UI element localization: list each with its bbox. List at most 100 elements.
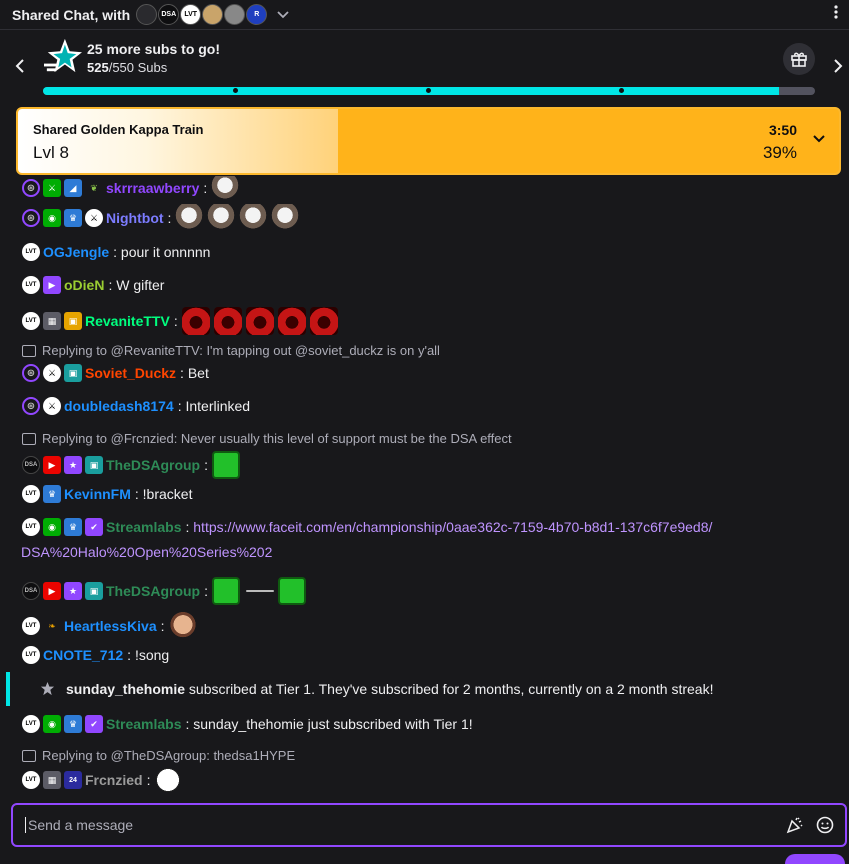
subscription-text: subscribed at Tier 1. They've subscribed… [188,681,714,697]
chat-message-continued: DSA%20Halo%20Open%20Series%202 [21,544,272,560]
subscriber-name[interactable]: sunday_thehomie [66,681,185,697]
emote-face [168,612,197,640]
bot-badge: ◉ [43,518,61,536]
chat-message: LVT ❧ HeartlessKiva: [22,612,197,640]
emote-cat [207,204,236,232]
moderator-badge: ⚔ [85,209,103,227]
broadcaster-badge: ▶ [43,582,61,600]
chat-message: DSA ▶ ★ ▣ TheDSAgroup: [22,577,306,605]
channel-avatar-4[interactable] [202,4,224,25]
chat-input[interactable] [28,817,785,833]
hype-train-progress [18,109,339,173]
goal-target: /550 Subs [108,60,168,75]
emote-hype [278,577,306,605]
chat-message: DSA ▶ ★ ▣ TheDSAgroup: [22,451,240,479]
moderator-badge: ⚔ [43,397,61,415]
chat-message: LVT CNOTE_712: !song [22,646,169,664]
verified-badge: ✔ [85,715,103,733]
gift-badge: ▣ [85,456,103,474]
bot-badge: ◉ [43,715,61,733]
gift-badge: ▣ [64,312,82,330]
leaf-badge: ❦ [90,182,98,193]
channel-avatar-r[interactable]: R [246,4,268,25]
emote-cat [175,204,204,232]
message-text: W gifter [116,277,165,293]
chat-username[interactable]: TheDSAgroup [106,583,200,599]
next-arrow-icon[interactable] [828,57,848,78]
previous-arrow-icon[interactable] [10,57,30,78]
shared-chat-title: Shared Chat, with [12,6,131,23]
chat-username[interactable]: KevinnFM [64,486,131,502]
channel-badge-lvt: LVT [22,771,40,789]
message-link[interactable]: https://www.faceit.com/en/championship/0… [193,519,712,535]
sub-goal-panel: 25 more subs to go! 525/550 Subs [0,31,849,105]
mod-badge: ⊛ [22,364,40,382]
reply-icon [22,344,36,357]
gift-button[interactable] [783,43,815,75]
celebration-icon[interactable] [785,815,805,835]
chat-username[interactable]: RevaniteTTV [85,313,170,329]
chat-message: LVT ▶ oDieN: W gifter [22,276,164,294]
chat-username[interactable]: oDieN [64,277,104,293]
gift-icon [791,52,807,67]
chat-input-box[interactable] [11,803,847,847]
emote-dog [154,766,183,794]
broadcaster-badge: ▶ [43,456,61,474]
message-link[interactable]: DSA%20Halo%20Open%20Series%202 [21,544,272,560]
goal-milestone-dot [426,88,431,93]
channel-badge-dsa: DSA [22,582,40,600]
emote-hype [212,451,240,479]
channel-avatar-1[interactable] [136,4,158,25]
emote-hype [212,577,240,605]
chat-message: ⊛ ⚔ ◢ ❦ skrrraawberry: [22,176,240,202]
star-icon [40,681,55,696]
channel-avatar-dsa[interactable]: DSA [158,4,180,25]
chat-message: LVT ◉ ♛ ✔ Streamlabs: https://www.faceit… [22,518,712,536]
chat-username[interactable]: HeartlessKiva [64,618,157,634]
moderator-badge: ⚔ [43,364,61,382]
goal-progress-fill [43,87,780,95]
hype-train-banner[interactable]: Shared Golden Kappa Train Lvl 8 3:50 39% [16,107,841,175]
goal-title: 25 more subs to go! [87,41,221,57]
channel-badge-lvt: LVT [22,485,40,503]
chat-username[interactable]: CNOTE_712 [43,647,123,663]
chat-username[interactable]: doubledash8174 [64,398,174,414]
chevron-down-icon[interactable] [277,8,289,22]
chat-username[interactable]: skrrraawberry [106,180,199,196]
message-text: pour it onnnnn [120,244,211,260]
bot-badge: ◉ [43,209,61,227]
shared-chat-avatars[interactable]: DSA LVT R [136,4,268,25]
chat-username[interactable]: Nightbot [106,210,164,226]
emoji-picker-icon[interactable] [815,815,835,835]
chat-username[interactable]: OGJengle [43,244,109,260]
chat-messages: ⊛ ⚔ ◢ ❦ skrrraawberry: ⊛ ◉ ♛ ⚔ Nightbot:… [0,176,849,800]
text-caret [25,817,26,833]
chat-username[interactable]: Streamlabs [106,716,181,732]
chat-username[interactable]: Frcnzied [85,772,143,788]
film-badge: ▦ [43,312,61,330]
channel-badge-lvt: LVT [22,276,40,294]
message-text: Bet [187,365,209,381]
more-options-icon[interactable] [831,5,841,24]
reply-context[interactable]: Replying to @TheDSAgroup: thedsa1HYPE [22,748,295,763]
blue-badge: ◢ [64,179,82,197]
star-badge: ★ [64,582,82,600]
chat-message: LVT ♛ KevinnFM: !bracket [22,485,192,503]
reply-context[interactable]: Replying to @Frcnzied: Never usually thi… [22,431,512,446]
message-text: sunday_thehomie just subscribed with Tie… [193,716,473,732]
chat-username[interactable]: Soviet_Duckz [85,365,176,381]
chat-username[interactable]: Streamlabs [106,519,181,535]
chat-button[interactable] [785,854,845,864]
channel-avatar-5[interactable] [224,4,246,25]
verified-badge: ✔ [85,518,103,536]
channel-badge-lvt: LVT [22,312,40,330]
chat-username[interactable]: TheDSAgroup [106,457,200,473]
chevron-down-icon[interactable] [811,131,827,147]
crown-badge: ♛ [64,518,82,536]
emote-cat [239,204,268,232]
crown-badge: ♛ [43,485,61,503]
hype-train-name: Shared Golden Kappa Train [33,122,204,137]
channel-avatar-lvt[interactable]: LVT [180,4,202,25]
hype-train-percent: 39% [762,143,797,162]
reply-context[interactable]: Replying to @RevaniteTTV: I'm tapping ou… [22,343,440,358]
